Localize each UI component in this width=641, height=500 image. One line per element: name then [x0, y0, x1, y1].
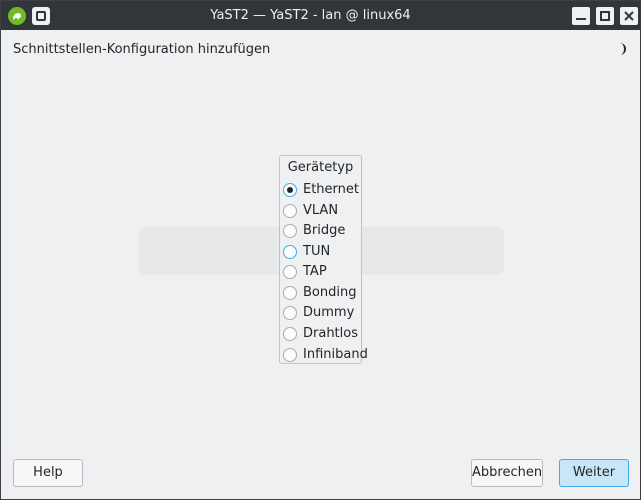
close-button[interactable] — [620, 7, 638, 25]
radio-label[interactable]: Bonding — [303, 285, 356, 300]
dialog-heading: Schnittstellen-Konfiguration hinzufügen — [13, 42, 271, 57]
radio-bridge[interactable]: Bridge — [283, 221, 361, 241]
radio-button[interactable] — [283, 306, 297, 320]
title-bar[interactable]: YaST2 — YaST2 - lan @ linux64 — [1, 1, 640, 30]
radio-vlan[interactable]: VLAN — [283, 201, 361, 221]
minimize-button[interactable] — [572, 7, 590, 25]
radio-tun[interactable]: TUN — [283, 242, 361, 262]
radio-label[interactable]: Infiniband — [303, 347, 368, 362]
device-type-title: Gerätetyp — [287, 160, 354, 175]
radio-button[interactable] — [283, 224, 297, 238]
radio-button-checked[interactable] — [283, 183, 297, 197]
radio-button[interactable] — [283, 265, 297, 279]
next-button[interactable]: Weiter — [559, 459, 629, 487]
radio-dummy[interactable]: Dummy — [283, 303, 361, 323]
yast-window: YaST2 — YaST2 - lan @ linux64 Schnittste… — [0, 0, 641, 500]
radio-label[interactable]: TUN — [303, 244, 330, 259]
radio-button[interactable] — [283, 286, 297, 300]
radio-button[interactable] — [283, 245, 297, 259]
radio-button[interactable] — [283, 348, 297, 362]
radio-infiniband[interactable]: Infiniband — [283, 345, 368, 365]
device-type-group: Gerätetyp Ethernet VLAN Bridge TUN TAP B… — [279, 155, 368, 365]
radio-label[interactable]: Ethernet — [303, 182, 359, 197]
radio-drahtlos[interactable]: Drahtlos — [283, 324, 361, 344]
radio-label[interactable]: VLAN — [303, 203, 338, 218]
radio-ethernet[interactable]: Ethernet — [283, 180, 361, 200]
dialog-content: Schnittstellen-Konfiguration hinzufügen … — [1, 30, 640, 499]
radio-label[interactable]: Dummy — [303, 305, 354, 320]
window-title: YaST2 — YaST2 - lan @ linux64 — [210, 8, 411, 23]
radio-label[interactable]: Bridge — [303, 223, 345, 238]
radio-label[interactable]: Drahtlos — [303, 326, 358, 341]
radio-button[interactable] — [283, 327, 297, 341]
radio-label[interactable]: TAP — [303, 264, 327, 279]
radio-tap[interactable]: TAP — [283, 262, 361, 282]
keep-on-top-icon[interactable] — [32, 7, 50, 25]
radio-button[interactable] — [283, 204, 297, 218]
moon-icon[interactable] — [617, 43, 627, 55]
help-button[interactable]: Help — [13, 459, 83, 487]
radio-bonding[interactable]: Bonding — [283, 283, 361, 303]
opensuse-chameleon-icon[interactable] — [8, 7, 26, 25]
cancel-button[interactable]: Abbrechen — [471, 459, 543, 487]
maximize-button[interactable] — [596, 7, 614, 25]
